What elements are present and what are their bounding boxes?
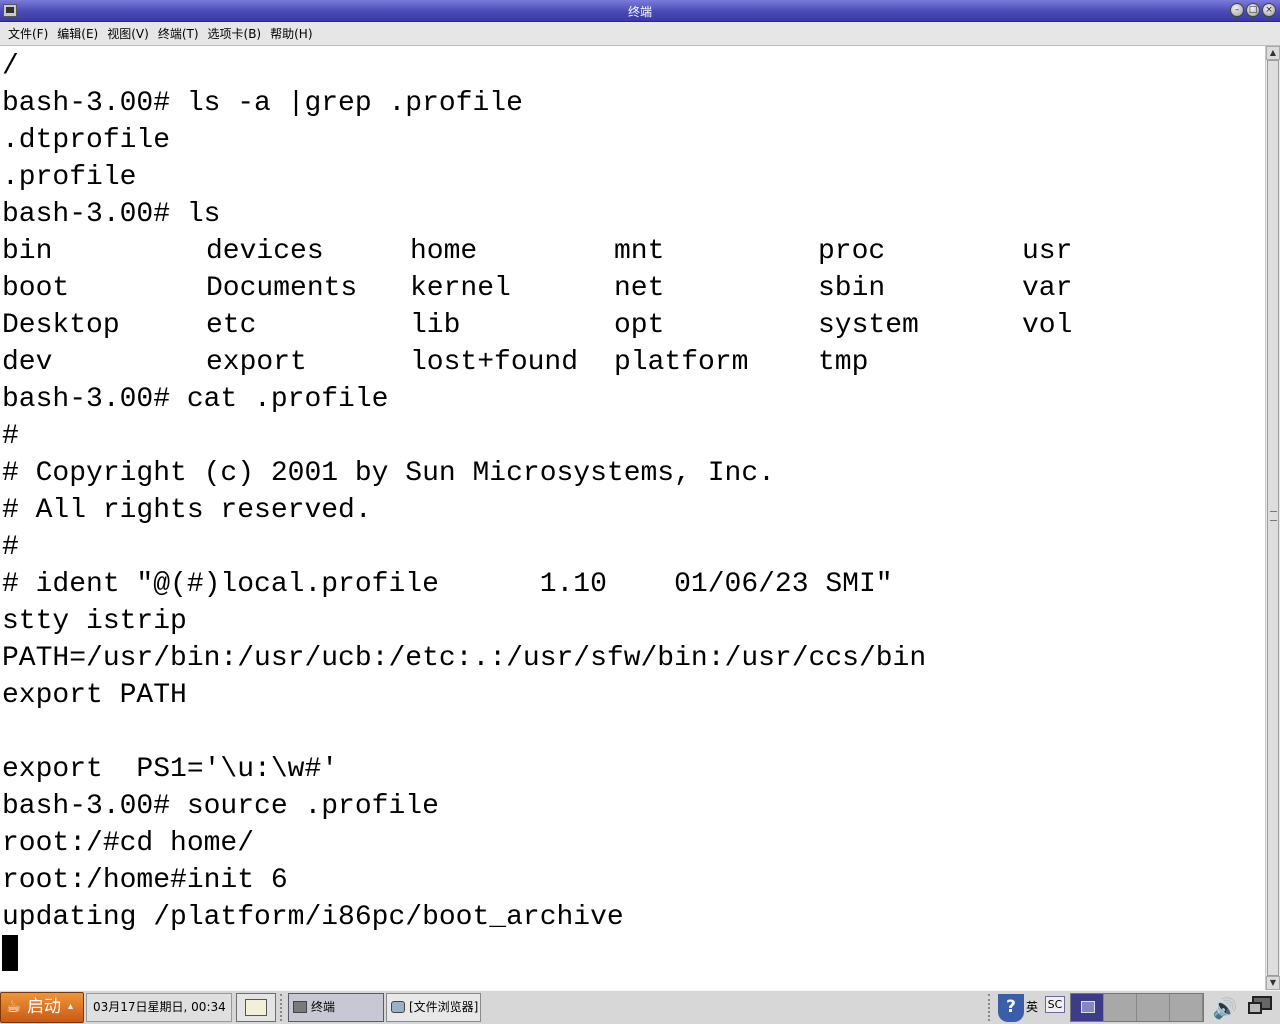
menu-file[interactable]: 文件(F) [6, 25, 55, 42]
maximize-button[interactable]: □ [1246, 3, 1260, 17]
menu-help[interactable]: 帮助(H) [268, 25, 319, 42]
terminal-line: PATH=/usr/bin:/usr/ucb:/etc:.:/usr/sfw/b… [2, 643, 927, 674]
menu-edit[interactable]: 编辑(E) [55, 25, 105, 42]
ls-entry: export [206, 347, 307, 378]
terminal-line: # Copyright (c) 2001 by Sun Microsystems… [2, 458, 775, 489]
terminal-line: .dtprofile [2, 125, 171, 156]
ls-entry: opt [614, 310, 665, 341]
ls-entry: net [614, 273, 665, 304]
terminal-line: stty istrip [2, 606, 187, 637]
ls-entry: tmp [818, 347, 869, 378]
ls-entry: lost+found [410, 347, 579, 378]
ls-entry: vol [1022, 310, 1073, 341]
start-label: 启动 [27, 997, 61, 1017]
task-file-browser[interactable]: [文件浏览器] [386, 993, 481, 1022]
ls-entry: dev [2, 347, 53, 378]
task-label: 终端 [311, 1000, 336, 1014]
menubar: 文件(F) 编辑(E) 视图(V) 终端(T) 选项卡(B) 帮助(H) [0, 22, 1280, 46]
terminal-line: export PS1='\u:\w#' [2, 754, 339, 785]
volume-icon[interactable]: 🔊 [1210, 995, 1240, 1021]
ls-entry: kernel [410, 273, 511, 304]
scroll-up-arrow-icon[interactable]: ▲ [1266, 46, 1280, 60]
ls-entry: platform [614, 347, 749, 378]
menu-terminal[interactable]: 终端(T) [156, 25, 206, 42]
input-method-sc[interactable]: SC [1045, 996, 1065, 1013]
window-titlebar[interactable]: 终端 – □ × [0, 0, 1280, 22]
ls-entry: lib [410, 310, 461, 341]
ls-entry: devices [206, 236, 324, 267]
terminal-line: # All rights reserved. [2, 495, 372, 526]
start-button[interactable]: ☕ 启动 ▴ [0, 992, 84, 1023]
desktop-icon [245, 999, 267, 1016]
workspace-4[interactable] [1170, 994, 1203, 1021]
ls-entry: var [1022, 273, 1073, 304]
terminal-line: bash-3.00# cat .profile [2, 384, 389, 415]
terminal-line: # ident "@(#)local.profile 1.10 01/06/23… [2, 569, 893, 600]
vertical-scrollbar[interactable]: ▲ ▼ [1265, 46, 1280, 990]
terminal-line: # [2, 421, 19, 452]
java-icon: ☕ [6, 997, 22, 1017]
terminal-line: .profile [2, 162, 137, 193]
ls-entry: system [818, 310, 919, 341]
taskbar: ☕ 启动 ▴ 03月17日星期日, 00:34 终端 [文件浏览器] ? 英 S… [0, 990, 1280, 1024]
input-language-indicator[interactable]: 英 [1026, 998, 1038, 1015]
terminal-output[interactable]: / bash-3.00# ls -a |grep .profile .dtpro… [0, 46, 1265, 990]
show-desktop-button[interactable] [236, 993, 276, 1022]
ls-entry: etc [206, 310, 257, 341]
clock[interactable]: 03月17日星期日, 00:34 [86, 993, 232, 1022]
arrow-up-icon: ▴ [68, 1001, 74, 1012]
workspace-switcher[interactable] [1070, 993, 1204, 1022]
ls-entry: sbin [818, 273, 886, 304]
ls-entry: bin [2, 236, 53, 267]
workspace-1[interactable] [1071, 994, 1104, 1021]
terminal-line: bash-3.00# source .profile [2, 791, 439, 822]
menu-tabs[interactable]: 选项卡(B) [206, 25, 269, 42]
window-title: 终端 [627, 5, 652, 19]
ls-entry: proc [818, 236, 886, 267]
terminal-line: root:/#cd home/ [2, 828, 255, 859]
ls-entry: home [410, 236, 478, 267]
ls-entry: Documents [206, 273, 358, 304]
workspace-3[interactable] [1137, 994, 1170, 1021]
ls-entry: boot [2, 273, 70, 304]
terminal-line: root:/home#init 6 [2, 865, 288, 896]
task-label: [文件浏览器] [409, 1000, 479, 1014]
scroll-down-arrow-icon[interactable]: ▼ [1266, 976, 1280, 990]
terminal-cursor [2, 935, 18, 971]
terminal-line: export PATH [2, 680, 187, 711]
terminal-icon [293, 1001, 307, 1013]
display-monitor-icon[interactable] [1248, 996, 1276, 1020]
terminal-line: bash-3.00# ls -a |grep .profile [2, 88, 523, 119]
close-button[interactable]: × [1262, 3, 1276, 17]
panel-grip[interactable] [280, 994, 284, 1021]
file-browser-icon [391, 1001, 405, 1013]
help-icon[interactable]: ? [998, 994, 1024, 1022]
ls-entry: Desktop [2, 310, 120, 341]
ls-entry: mnt [614, 236, 665, 267]
workspace-2[interactable] [1104, 994, 1137, 1021]
ls-entry: usr [1022, 236, 1073, 267]
terminal-line: updating /platform/i86pc/boot_archive [2, 902, 624, 933]
minimize-button[interactable]: – [1230, 3, 1244, 17]
terminal-line: / [2, 51, 19, 82]
panel-grip[interactable] [988, 994, 992, 1021]
menu-view[interactable]: 视图(V) [105, 25, 156, 42]
terminal-line: bash-3.00# ls [2, 199, 221, 230]
scroll-grip-icon [1270, 511, 1277, 521]
scroll-thumb[interactable] [1267, 60, 1279, 976]
task-terminal[interactable]: 终端 [288, 993, 384, 1022]
terminal-line: # [2, 532, 19, 563]
